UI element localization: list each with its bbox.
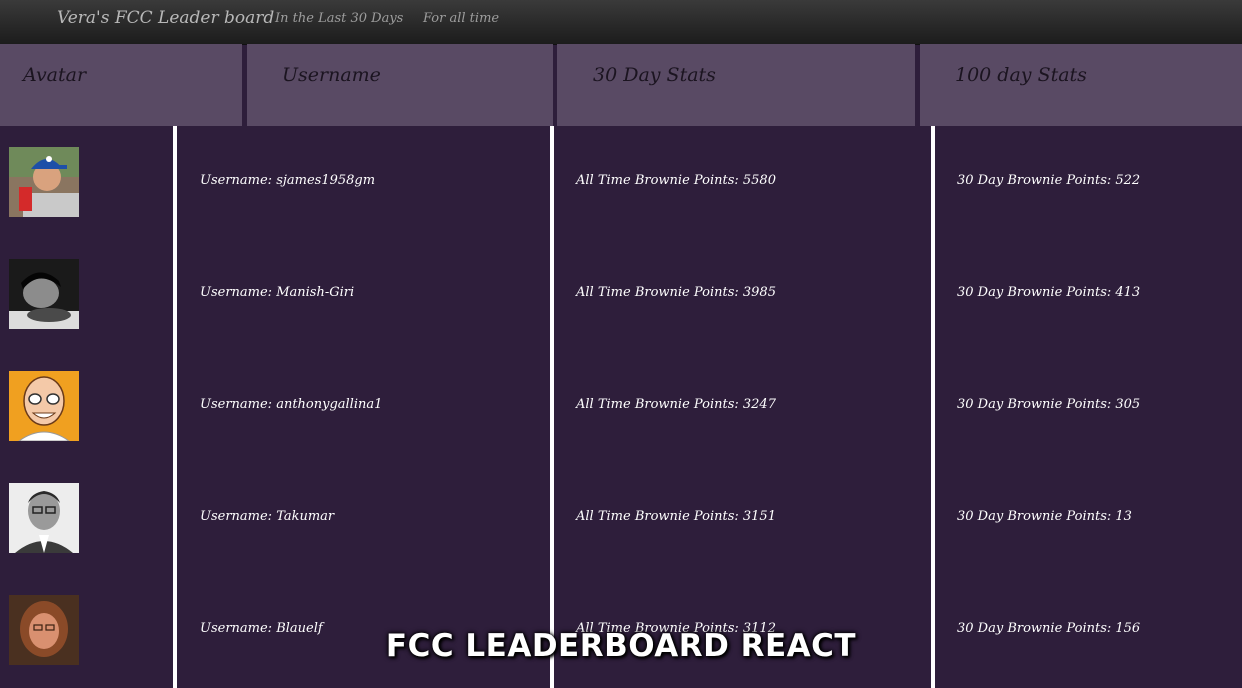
header-100-day-stats[interactable]: 100 day Stats: [920, 44, 1242, 126]
nav-link-all-time[interactable]: For all time: [423, 11, 499, 26]
video-caption: FCC LEADERBOARD REACT: [385, 628, 857, 664]
header-100-day-stats-label: 100 day Stats: [955, 64, 1087, 86]
thirty-day-points-cell: 30 Day Brownie Points: 522: [957, 173, 1141, 188]
table-row: Username: anthonygallina1 All Time Brown…: [0, 350, 1242, 462]
navbar: Vera's FCC Leader board In the Last 30 D…: [0, 0, 1242, 45]
thirty-day-points-cell: 30 Day Brownie Points: 413: [957, 285, 1141, 300]
thirty-day-points-cell: 30 Day Brownie Points: 13: [957, 509, 1132, 524]
username-cell: Username: Takumar: [200, 509, 335, 524]
username-cell: Username: anthonygallina1: [200, 397, 383, 412]
header-avatar-label: Avatar: [23, 64, 87, 86]
avatar[interactable]: [9, 483, 79, 553]
brand-title[interactable]: Vera's FCC Leader board: [57, 8, 274, 28]
header-avatar: Avatar: [0, 44, 242, 126]
avatar[interactable]: [9, 371, 79, 441]
username-cell: Username: Manish-Giri: [200, 285, 355, 300]
all-time-points-cell: All Time Brownie Points: 3151: [576, 509, 776, 524]
header-username: Username: [247, 44, 553, 126]
table-row: Username: Takumar All Time Brownie Point…: [0, 462, 1242, 574]
avatar[interactable]: [9, 147, 79, 217]
table-row: Username: Manish-Giri All Time Brownie P…: [0, 238, 1242, 350]
all-time-points-cell: All Time Brownie Points: 5580: [576, 173, 776, 188]
nav-link-last-30-days[interactable]: In the Last 30 Days: [275, 11, 403, 26]
all-time-points-cell: All Time Brownie Points: 3247: [576, 397, 776, 412]
table-row: Username: sjames1958gm All Time Brownie …: [0, 126, 1242, 238]
thirty-day-points-cell: 30 Day Brownie Points: 305: [957, 397, 1141, 412]
username-cell: Username: sjames1958gm: [200, 173, 376, 188]
header-30-day-stats-label: 30 Day Stats: [593, 64, 716, 86]
header-username-label: Username: [282, 64, 381, 86]
all-time-points-cell: All Time Brownie Points: 3985: [576, 285, 776, 300]
header-30-day-stats[interactable]: 30 Day Stats: [557, 44, 915, 126]
avatar[interactable]: [9, 259, 79, 329]
